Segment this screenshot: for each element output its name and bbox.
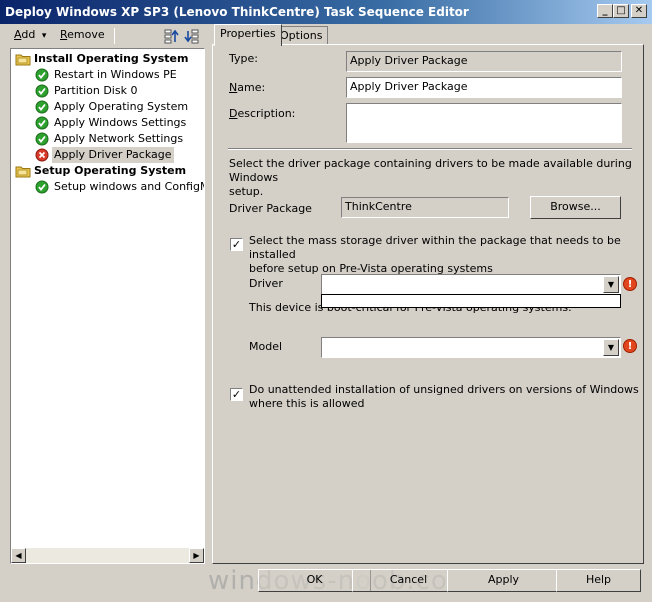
toolbar-separator: [114, 28, 115, 44]
description-label: Description:: [229, 107, 296, 120]
check-icon: [35, 180, 49, 194]
model-warning-icon: !: [623, 339, 637, 353]
folder-icon: [15, 164, 31, 178]
tree-item-label: Partition Disk 0: [54, 84, 138, 97]
title-bar: Deploy Windows XP SP3 (Lenovo ThinkCentr…: [0, 0, 652, 24]
name-label: Name:: [229, 81, 266, 94]
maximize-button[interactable]: □: [613, 4, 629, 18]
type-field: Apply Driver Package: [346, 51, 622, 72]
scroll-right-button[interactable]: ▶: [189, 548, 204, 563]
name-input[interactable]: Apply Driver Package: [346, 77, 622, 98]
model-combo-arrow-icon[interactable]: ▼: [603, 339, 619, 356]
model-label: Model: [249, 340, 283, 353]
check-icon: [35, 68, 49, 82]
window-title: Deploy Windows XP SP3 (Lenovo ThinkCentr…: [5, 5, 469, 19]
description-input[interactable]: [346, 103, 622, 143]
driver-label: Driver: [249, 277, 283, 290]
browse-button[interactable]: Browse...: [530, 196, 621, 219]
task-sequence-tree[interactable]: Install Operating System Restart in Windo…: [10, 48, 205, 564]
driver-warning-icon: !: [623, 277, 637, 291]
add-button[interactable]: Add ▾: [14, 28, 46, 43]
driver-dropdown-list[interactable]: [321, 294, 621, 308]
section-divider: [228, 148, 632, 150]
folder-icon: [15, 52, 31, 66]
minimize-button[interactable]: _: [597, 4, 613, 18]
apply-button[interactable]: Apply: [447, 569, 560, 592]
move-down-icon[interactable]: [184, 28, 200, 44]
tab-options[interactable]: Options: [274, 26, 329, 45]
tree-item-label: Setup Operating System: [34, 164, 187, 177]
tree-item-label: Apply Windows Settings: [54, 116, 187, 129]
unsigned-drivers-label: Do unattended installation of unsigned d…: [249, 383, 639, 410]
tree-toolbar: Add ▾ Remove: [8, 26, 206, 46]
tree-item-label: Apply Driver Package: [52, 147, 174, 163]
tab-properties[interactable]: Properties: [214, 24, 282, 46]
driver-package-field: ThinkCentre: [341, 197, 509, 218]
instruction-text: Select the driver package containing dri…: [229, 157, 632, 198]
remove-button[interactable]: Remove: [60, 28, 105, 42]
move-up-icon[interactable]: [163, 28, 179, 44]
tree-item-label: Apply Operating System: [54, 100, 189, 113]
tree-item-label: Setup windows and ConfigMgr: [54, 180, 205, 193]
scroll-left-button[interactable]: ◀: [11, 548, 26, 563]
unsigned-drivers-checkbox[interactable]: ✓: [230, 388, 243, 401]
tree-item-label: Install Operating System: [34, 52, 189, 65]
dropdown-arrow-icon: ▾: [41, 31, 47, 41]
horizontal-scrollbar[interactable]: ◀ ▶: [11, 548, 204, 563]
check-icon: [35, 132, 49, 146]
check-icon: [35, 84, 49, 98]
help-button[interactable]: Help: [556, 569, 641, 592]
driver-package-label: Driver Package: [229, 202, 312, 215]
mass-storage-checkbox[interactable]: ✓: [230, 238, 243, 251]
close-button[interactable]: ✕: [631, 4, 647, 18]
check-icon: [35, 116, 49, 130]
check-icon: [35, 100, 49, 114]
driver-combo-arrow-icon[interactable]: ▼: [603, 276, 619, 293]
model-combo[interactable]: ▼: [321, 337, 621, 358]
type-label: Type:: [229, 52, 258, 65]
tree-item-label: Restart in Windows PE: [54, 68, 177, 81]
mass-storage-label: Select the mass storage driver within th…: [249, 234, 621, 275]
driver-combo[interactable]: ▼: [321, 274, 621, 295]
tree-item-label: Apply Network Settings: [54, 132, 184, 145]
error-icon: [35, 148, 49, 162]
